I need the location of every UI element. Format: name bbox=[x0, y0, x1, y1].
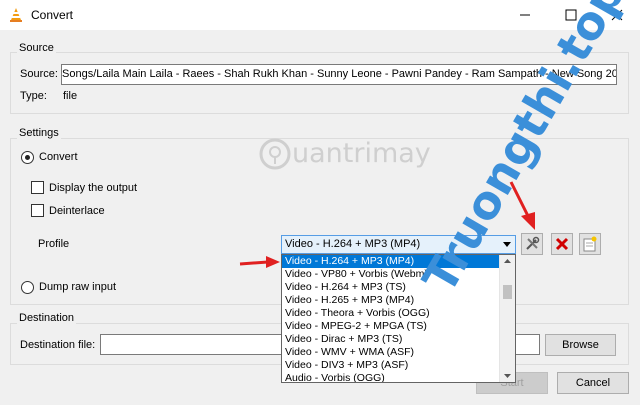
convert-radio[interactable] bbox=[21, 151, 34, 164]
minimize-icon bbox=[520, 14, 530, 16]
profile-label: Profile bbox=[38, 238, 70, 250]
chevron-down-icon bbox=[503, 242, 511, 247]
display-output-label: Display the output bbox=[49, 182, 138, 194]
source-label: Source: bbox=[20, 68, 58, 80]
profile-option[interactable]: Video - Dirac + MP3 (TS) bbox=[282, 333, 500, 346]
dump-raw-label: Dump raw input bbox=[39, 281, 117, 293]
cancel-button[interactable]: Cancel bbox=[557, 372, 629, 394]
source-path-field[interactable]: Songs/Laila Main Laila - Raees - Shah Ru… bbox=[61, 64, 617, 85]
profile-selected-value: Video - H.264 + MP3 (MP4) bbox=[285, 238, 421, 250]
deinterlace-label: Deinterlace bbox=[49, 205, 105, 217]
new-profile-button[interactable] bbox=[579, 233, 601, 255]
source-group-label: Source bbox=[17, 42, 56, 54]
minimize-button[interactable] bbox=[502, 0, 548, 30]
title-bar[interactable]: Convert bbox=[0, 0, 640, 30]
new-profile-icon bbox=[583, 236, 597, 252]
vlc-cone-icon bbox=[10, 8, 22, 22]
type-label: Type: bbox=[20, 90, 47, 102]
profile-option[interactable]: Video - H.264 + MP3 (MP4) bbox=[282, 255, 500, 268]
convert-label: Convert bbox=[39, 151, 78, 163]
profile-option[interactable]: Audio - Vorbis (OGG) bbox=[282, 372, 500, 382]
dump-raw-radio[interactable] bbox=[21, 281, 34, 294]
profile-option[interactable]: Video - DIV3 + MP3 (ASF) bbox=[282, 359, 500, 372]
scrollbar-thumb[interactable] bbox=[503, 285, 512, 299]
profile-option[interactable]: Video - WMV + WMA (ASF) bbox=[282, 346, 500, 359]
browse-button[interactable]: Browse bbox=[545, 334, 616, 356]
scroll-up-icon[interactable] bbox=[504, 259, 511, 263]
delete-icon bbox=[555, 237, 569, 251]
destination-group-label: Destination bbox=[17, 312, 77, 324]
maximize-icon bbox=[565, 9, 577, 21]
profile-option[interactable]: Video - Theora + Vorbis (OGG) bbox=[282, 307, 500, 320]
profile-option[interactable]: Video - VP80 + Vorbis (Webm) bbox=[282, 268, 500, 281]
type-value: file bbox=[63, 90, 78, 102]
tools-icon bbox=[526, 236, 540, 250]
profile-option[interactable]: Video - H.264 + MP3 (TS) bbox=[282, 281, 500, 294]
dropdown-scrollbar[interactable] bbox=[499, 255, 515, 382]
profile-option[interactable]: Video - MPEG-2 + MPGA (TS) bbox=[282, 320, 500, 333]
window-title: Convert bbox=[31, 8, 74, 22]
edit-profile-button[interactable] bbox=[521, 233, 543, 255]
destination-file-label: Destination file: bbox=[20, 339, 96, 351]
delete-profile-button[interactable] bbox=[551, 233, 573, 255]
profile-option[interactable]: Video - H.265 + MP3 (MP4) bbox=[282, 294, 500, 307]
scroll-down-icon[interactable] bbox=[504, 374, 511, 378]
profile-dropdown-list[interactable]: Video - H.264 + MP3 (MP4) Video - VP80 + … bbox=[281, 254, 516, 383]
deinterlace-checkbox[interactable] bbox=[31, 204, 44, 217]
close-icon bbox=[611, 9, 623, 21]
source-path-value: Songs/Laila Main Laila - Raees - Shah Ru… bbox=[62, 68, 617, 80]
maximize-button[interactable] bbox=[548, 0, 594, 30]
profile-options: Video - H.264 + MP3 (MP4) Video - VP80 + … bbox=[282, 255, 515, 382]
profile-select[interactable]: Video - H.264 + MP3 (MP4) bbox=[281, 235, 516, 254]
settings-group-label: Settings bbox=[17, 127, 61, 139]
display-output-checkbox[interactable] bbox=[31, 181, 44, 194]
close-button[interactable] bbox=[594, 0, 640, 30]
